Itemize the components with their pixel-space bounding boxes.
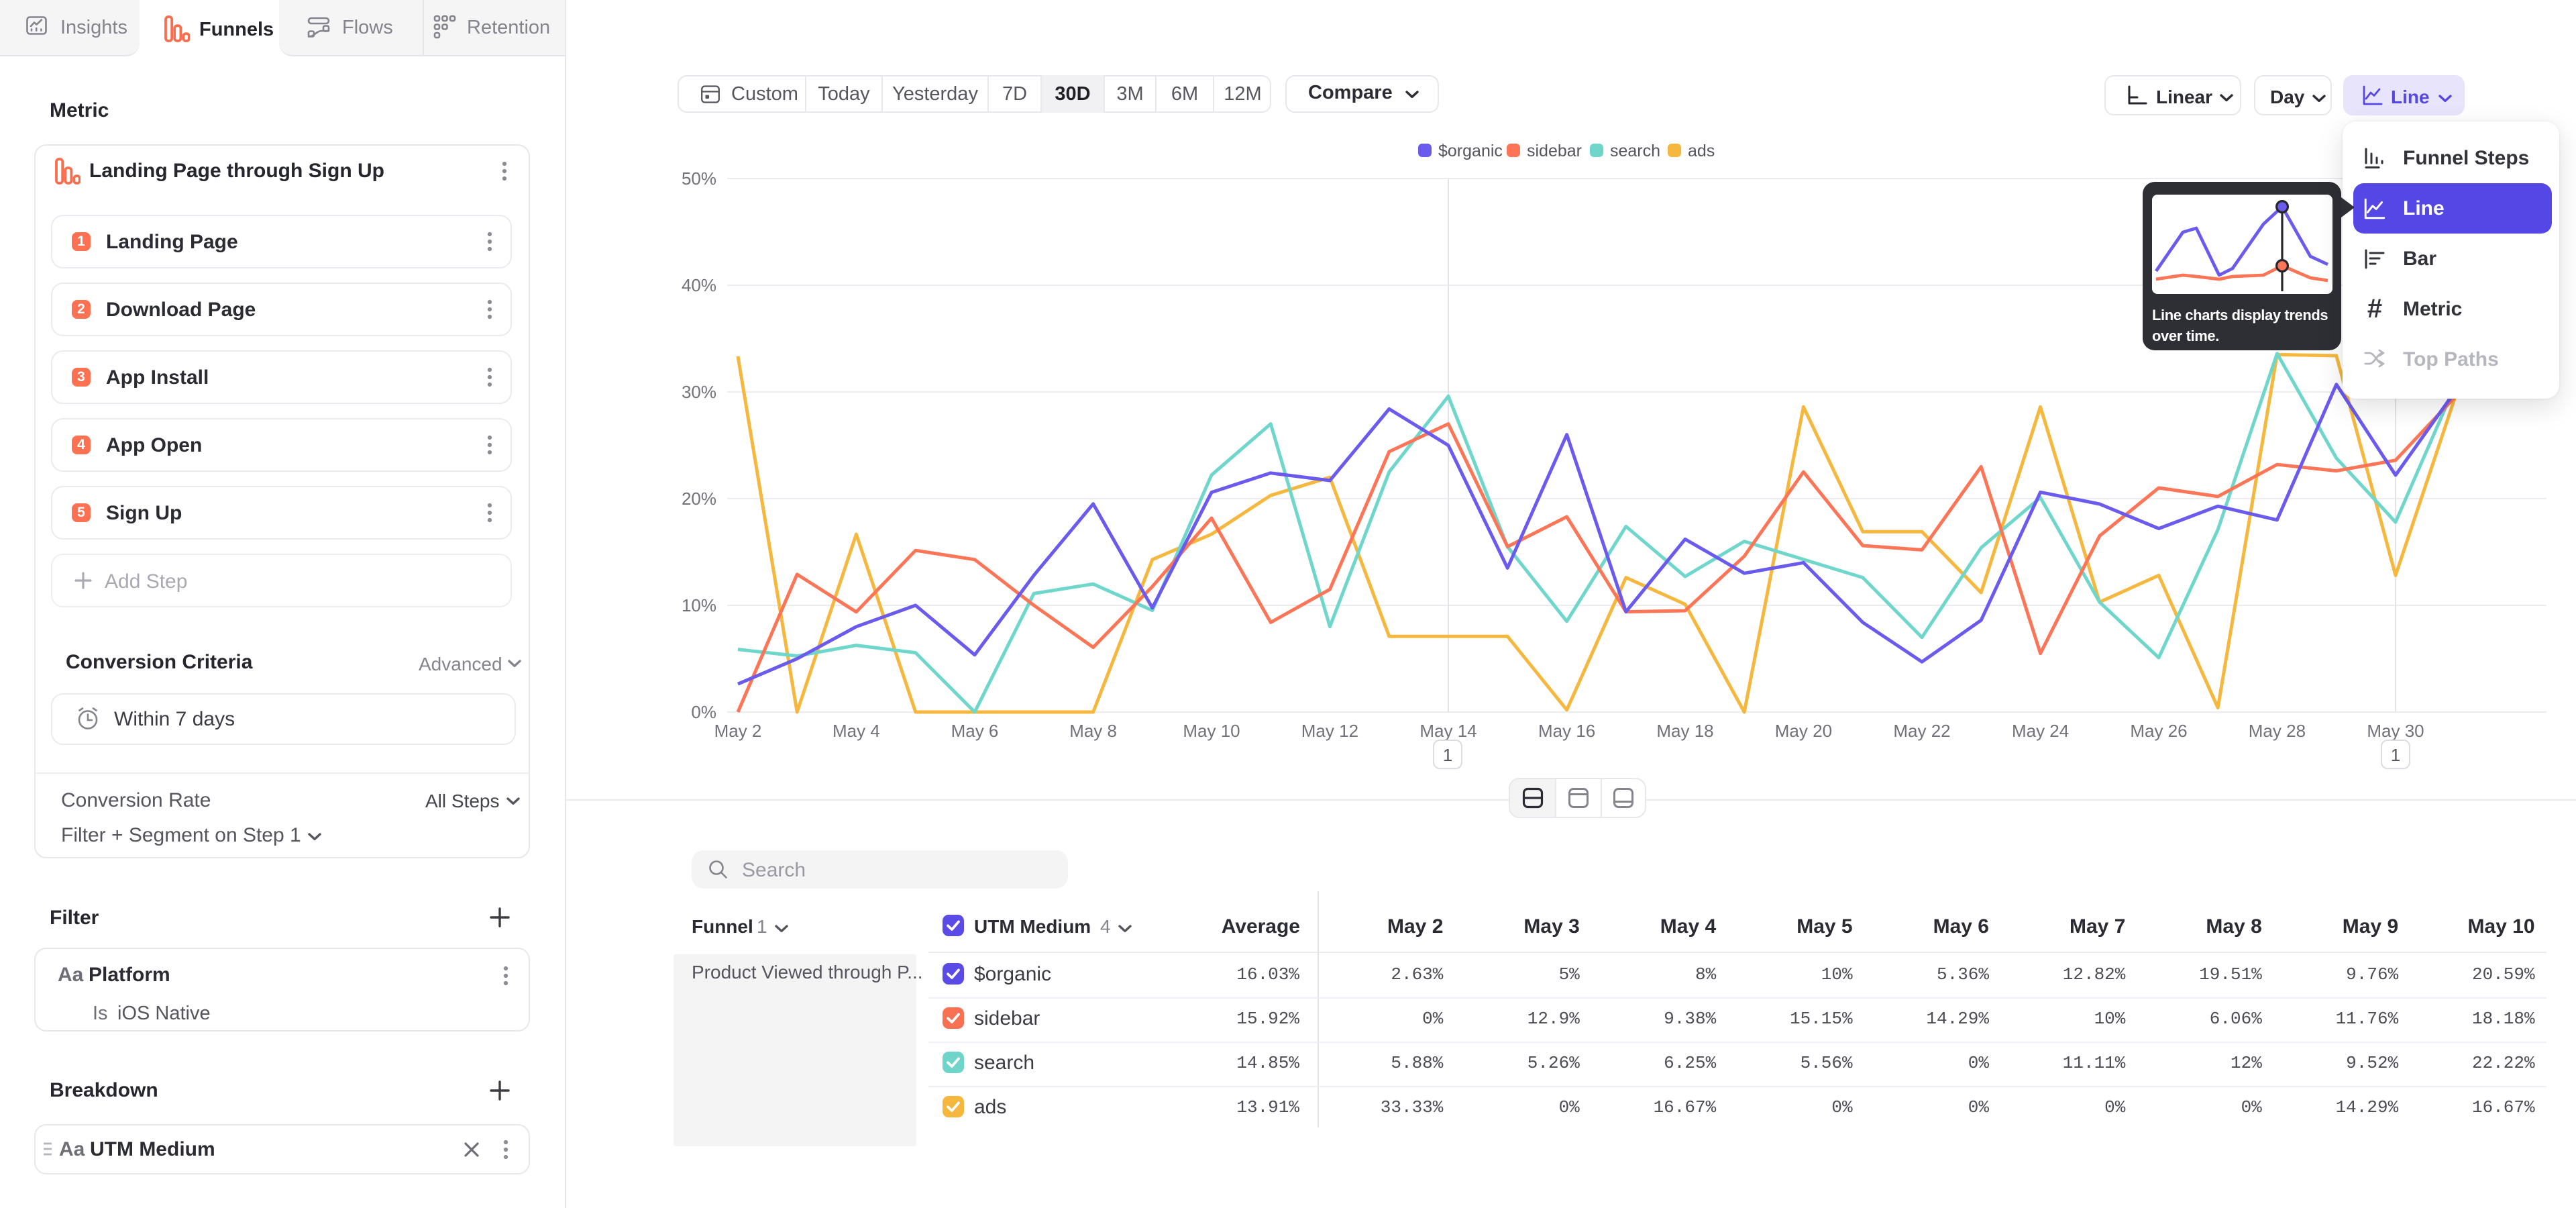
svg-text:30%: 30% xyxy=(682,382,716,402)
svg-text:50%: 50% xyxy=(682,168,716,189)
svg-text:May 14: May 14 xyxy=(1419,721,1477,741)
svg-text:May 4: May 4 xyxy=(833,721,880,741)
svg-text:May 6: May 6 xyxy=(951,721,999,741)
svg-text:40%: 40% xyxy=(682,275,716,295)
svg-text:May 24: May 24 xyxy=(2012,721,2069,741)
svg-text:May 20: May 20 xyxy=(1775,721,1832,741)
svg-text:May 10: May 10 xyxy=(1183,721,1240,741)
svg-text:May 8: May 8 xyxy=(1069,721,1117,741)
svg-text:May 28: May 28 xyxy=(2249,721,2306,741)
svg-text:10%: 10% xyxy=(682,595,716,615)
svg-text:May 2: May 2 xyxy=(714,721,762,741)
svg-text:May 30: May 30 xyxy=(2367,721,2424,741)
svg-text:May 26: May 26 xyxy=(2130,721,2187,741)
svg-text:20%: 20% xyxy=(682,489,716,509)
svg-text:0%: 0% xyxy=(691,702,716,722)
svg-text:May 12: May 12 xyxy=(1301,721,1358,741)
svg-text:May 22: May 22 xyxy=(1893,721,1950,741)
svg-text:May 18: May 18 xyxy=(1656,721,1713,741)
svg-text:May 16: May 16 xyxy=(1538,721,1595,741)
